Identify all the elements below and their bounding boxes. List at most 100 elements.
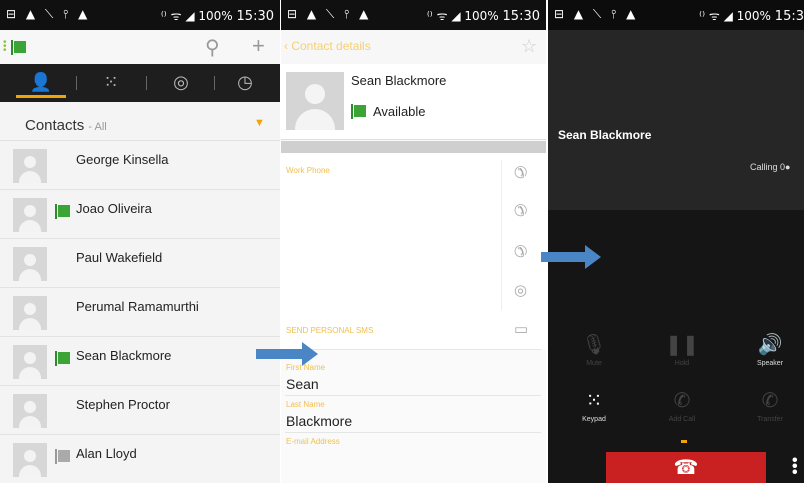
contact-name: Sean Blackmore xyxy=(351,73,447,88)
last-name-label: Last Name xyxy=(286,400,325,409)
phone-icon[interactable]: ✆ xyxy=(514,242,527,262)
hold-label: Hold xyxy=(674,360,690,367)
divider xyxy=(285,349,541,350)
calling-screen: ⊟ ▲ ⟍ ⫯ ▲ ⁽⁾ ᯤ ◢ 100% 15:3 Sean Blackmor… xyxy=(548,0,804,483)
contact-row-sean-blackmore[interactable]: Sean Blackmore xyxy=(0,336,280,385)
arrow-right-icon xyxy=(256,342,318,366)
contact-name: Sean Blackmore xyxy=(76,348,172,363)
dialpad-icon: ⁙ xyxy=(103,72,119,92)
presence-available-icon xyxy=(351,104,366,119)
call-header xyxy=(548,30,804,210)
status-bar: ⊟ ▲ ⟍ ⫯ ▲ ⁽⁾ ᯤ ◢ 100% 15:3 xyxy=(548,0,804,30)
status-indicators: ⁽⁾ ᯤ ◢ 100% xyxy=(426,9,499,23)
search-icon[interactable]: ⚲ xyxy=(205,35,220,60)
tab-chat[interactable]: ◎ xyxy=(148,64,214,102)
hang-up-icon: ☎ xyxy=(673,457,699,479)
work-phone-label: Work Phone xyxy=(286,166,330,175)
call-status-text: Calling xyxy=(750,162,778,172)
back-label: Contact details xyxy=(291,39,371,53)
contact-row-perumal-ramamurthi[interactable]: Perumal Ramamurthi xyxy=(0,287,280,336)
speaker-label: Speaker xyxy=(756,360,784,367)
contact-name: Paul Wakefield xyxy=(76,250,163,265)
keypad-label: Keypad xyxy=(582,416,606,423)
drawer-handle-icon[interactable]: • • • xyxy=(3,38,7,56)
contact-name: Stephen Proctor xyxy=(76,397,170,412)
tab-divider xyxy=(146,76,147,90)
status-icons-right: ⁽⁾ ᯤ ◢ 100% 15:30 xyxy=(427,7,540,24)
add-call-label: Add Call xyxy=(668,416,696,423)
clock-icon: ◷ xyxy=(237,72,253,92)
contact-details-screen: ⊟ ▲ ⟍ ⫯ ▲ ⁽⁾ ᯤ ◢ 100% 15:30 ‹ Contact de… xyxy=(281,0,546,483)
sms-link[interactable]: SEND PERSONAL SMS xyxy=(286,326,373,335)
status-bar: ⊟ ▲ ⟍ ⫯ ▲ ⁽⁾ ᯤ ◢ 100% 15:30 xyxy=(281,0,546,30)
status-indicators: ⁽⁾ ᯤ ◢ 100% xyxy=(160,9,233,23)
arrow-right-icon xyxy=(541,245,601,269)
avatar xyxy=(13,198,47,232)
mute-label: Mute xyxy=(586,360,602,367)
presence-available-icon xyxy=(55,351,70,366)
avatar xyxy=(13,443,47,477)
phone-section xyxy=(281,153,546,349)
presence-flag-icon[interactable] xyxy=(11,40,26,55)
avatar xyxy=(13,345,47,379)
status-indicators: ⁽⁾ ᯤ ◢ 100% xyxy=(699,9,771,23)
presence-status: Available xyxy=(373,104,426,119)
contact-name: Perumal Ramamurthi xyxy=(76,299,199,314)
first-name-value: Sean xyxy=(286,376,319,392)
status-icons-right: ⁽⁾ ᯤ ◢ 100% 15:3 xyxy=(699,7,804,24)
phone-icon[interactable]: ✆ xyxy=(514,163,527,183)
end-call-button[interactable]: ☎ xyxy=(606,452,766,483)
speaker-icon: 🔊 xyxy=(757,334,783,356)
transfer-button[interactable]: ✆ Transfer xyxy=(740,388,800,423)
chat-icon[interactable]: ◎ xyxy=(514,281,527,299)
contacts-toolbar: • • • ⚲ + xyxy=(0,30,280,64)
call-status-indicator-icon: 0● xyxy=(780,162,791,172)
phone-icon[interactable]: ✆ xyxy=(514,201,527,221)
tab-bar: 👤 ⁙ ◎ ◷ xyxy=(0,64,280,102)
contact-name: George Kinsella xyxy=(76,152,169,167)
callee-name: Sean Blackmore xyxy=(558,128,652,142)
tab-history[interactable]: ◷ xyxy=(212,64,278,102)
contact-row-alan-lloyd[interactable]: Alan Lloyd xyxy=(0,434,280,483)
contact-row-paul-wakefield[interactable]: Paul Wakefield xyxy=(0,238,280,287)
add-call-button[interactable]: ✆ Add Call xyxy=(652,388,712,423)
avatar xyxy=(286,72,344,130)
email-label: E-mail Address xyxy=(286,437,340,446)
contact-row-stephen-proctor[interactable]: Stephen Proctor xyxy=(0,385,280,434)
keypad-button[interactable]: ⁙ Keypad xyxy=(564,388,624,423)
contact-row-joao-oliveira[interactable]: Joao Oliveira xyxy=(0,189,280,238)
contact-row-george-kinsella[interactable]: George Kinsella xyxy=(0,140,280,189)
transfer-icon: ✆ xyxy=(761,390,779,412)
avatar xyxy=(13,394,47,428)
contacts-header[interactable]: Contacts - All ▼ xyxy=(0,110,280,140)
status-icons-left: ⊟ ▲ ⟍ ⫯ ▲ xyxy=(287,7,372,21)
tab-dialpad[interactable]: ⁙ xyxy=(78,64,144,102)
presence-offline-icon xyxy=(55,449,70,464)
pause-icon: ❚❚ xyxy=(665,334,699,356)
back-button[interactable]: ‹ Contact details xyxy=(284,39,371,53)
status-icons-left: ⊟ ▲ ⟍ ⫯ ▲ xyxy=(6,7,91,21)
contacts-filter[interactable]: - All xyxy=(88,121,106,133)
page-indicator xyxy=(681,440,687,443)
avatar xyxy=(13,296,47,330)
contacts-screen: ⊟ ▲ ⟍ ⫯ ▲ ⁽⁾ ᯤ ◢ 100% 15:30 • • • ⚲ + 👤 ⁙ … xyxy=(0,0,280,483)
clock: 15:3 xyxy=(774,9,804,24)
message-icon[interactable]: ▭ xyxy=(514,320,528,338)
tab-divider xyxy=(76,76,77,90)
transfer-label: Transfer xyxy=(757,416,783,423)
star-icon[interactable]: ☆ xyxy=(521,36,537,57)
tab-contacts[interactable]: 👤 xyxy=(8,64,74,102)
divider xyxy=(285,395,541,396)
speaker-button[interactable]: 🔊 Speaker xyxy=(740,332,800,367)
status-icons-right: ⁽⁾ ᯤ ◢ 100% 15:30 xyxy=(161,7,274,24)
last-name-value: Blackmore xyxy=(286,413,353,429)
clock: 15:30 xyxy=(502,9,540,24)
hold-button[interactable]: ❚❚ Hold xyxy=(652,332,712,367)
contacts-title-text: Contacts xyxy=(25,117,85,134)
add-icon[interactable]: + xyxy=(252,33,265,59)
overflow-menu-icon[interactable]: • • • xyxy=(792,453,798,481)
chevron-down-icon[interactable]: ▼ xyxy=(254,117,265,129)
divider xyxy=(501,160,502,310)
mute-button[interactable]: 🎙 Mute xyxy=(564,332,624,367)
call-status: Calling 0● xyxy=(750,162,790,172)
